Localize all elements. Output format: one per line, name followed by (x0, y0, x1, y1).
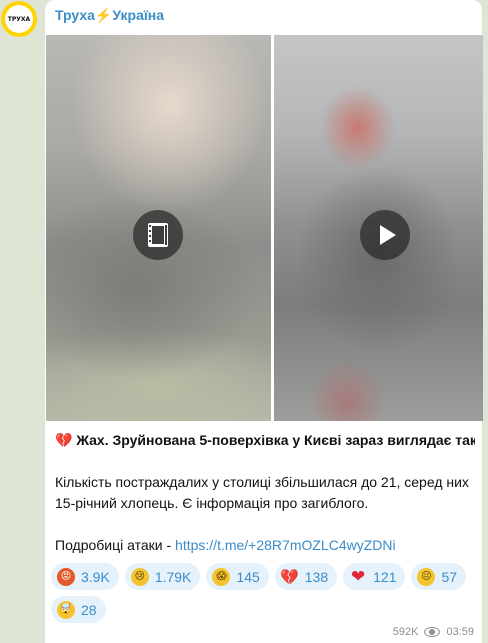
broken-heart-icon: 💔 (280, 567, 300, 586)
screaming-face-icon: 😱 (212, 567, 231, 586)
reaction-broken-heart[interactable]: 💔 138 (274, 563, 338, 590)
view-count: 592K (392, 626, 419, 638)
channel-avatar[interactable]: ТРУХА (1, 1, 37, 37)
film-reel-icon (148, 223, 168, 247)
reaction-exploding-head[interactable]: 🤯 28 (51, 596, 106, 623)
post-time: 03:59 (446, 626, 474, 638)
reaction-count: 121 (373, 568, 397, 585)
play-button[interactable] (360, 210, 410, 260)
details-prefix: Подробиці атаки - (55, 537, 176, 553)
reaction-count: 145 (236, 568, 260, 585)
reaction-crying[interactable]: 😢 1.79K (124, 563, 201, 590)
post-details: Подробиці атаки - https://t.me/+28R7mOZL… (55, 535, 475, 556)
avatar-logo: ТРУХА (5, 5, 33, 33)
reaction-count: 3.9K (81, 568, 110, 585)
reaction-count: 57 (441, 568, 458, 585)
play-icon (379, 225, 396, 245)
post-headline: 💔 Жах. Зруйнована 5-поверхівка у Києві з… (55, 432, 475, 448)
reaction-screaming[interactable]: 😱 145 (206, 563, 269, 590)
crying-face-icon: 😢 (130, 567, 149, 586)
reaction-neutral[interactable]: 😐 57 (411, 563, 467, 590)
video-thumbnail-1[interactable] (46, 35, 271, 421)
reaction-angry[interactable]: 😡 3.9K (51, 563, 119, 590)
reaction-count: 138 (304, 568, 329, 585)
exploding-head-icon: 🤯 (57, 600, 75, 619)
reaction-count: 28 (81, 601, 97, 618)
red-heart-icon: ❤ (351, 566, 366, 587)
video-reel-button[interactable] (133, 210, 183, 260)
eye-icon (424, 627, 441, 637)
message-footer: 592K 03:59 (393, 626, 474, 638)
video-thumbnail-2[interactable] (274, 35, 483, 421)
reaction-count: 1.79K (154, 568, 192, 585)
angry-face-icon: 😡 (57, 567, 75, 586)
channel-name[interactable]: Труха⚡Україна (55, 7, 164, 24)
reactions-bar: 😡 3.9K 😢 1.79K 😱 145 💔 138 ❤ 121 😐 57 🤯 … (51, 563, 476, 623)
details-link[interactable]: https://t.me/+28R7mOZLC4wyZDNi (175, 537, 396, 553)
post-paragraph: Кількість постраждалих у столиці збільши… (55, 474, 469, 511)
neutral-face-icon: 😐 (417, 567, 436, 586)
reaction-heart[interactable]: ❤ 121 (343, 563, 406, 590)
message-bubble: Труха⚡Україна 💔 Жах. Зруйнована 5-поверх… (45, 0, 483, 643)
